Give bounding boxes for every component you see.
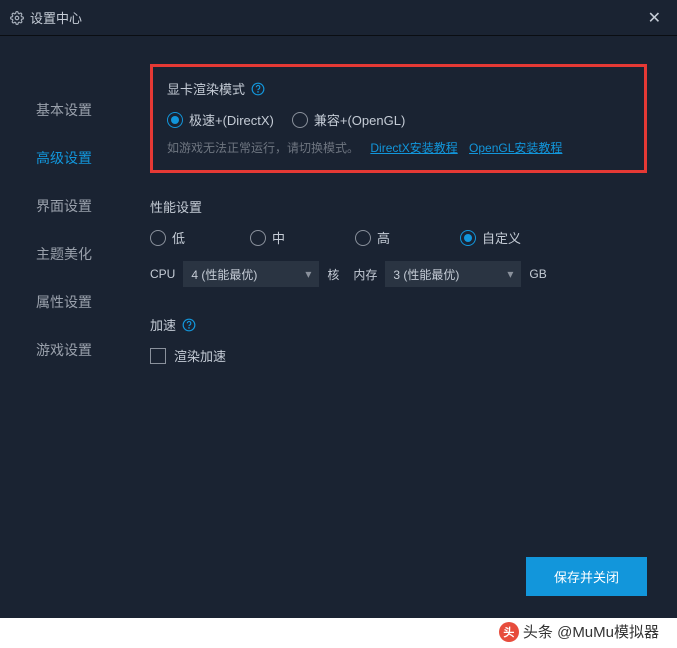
render-mode-section: 显卡渲染模式 极速+(DirectX) 兼容+(OpenGL) [150,64,647,173]
sidebar-item-basic[interactable]: 基本设置 [0,86,130,134]
watermark-text: 头条 @MuMu模拟器 [523,621,659,642]
chevron-down-icon: ▾ [305,267,311,281]
radio-label: 兼容+(OpenGL) [314,110,405,129]
accel-title: 加速 [150,315,176,334]
gear-icon [10,11,24,25]
help-icon[interactable] [182,318,196,332]
cpu-select-value: 4 (性能最优) [191,266,257,283]
accel-section: 加速 渲染加速 [150,315,647,365]
radio-high[interactable]: 高 [355,228,460,247]
sidebar-item-game[interactable]: 游戏设置 [0,326,130,374]
help-icon[interactable] [251,82,265,96]
render-mode-title: 显卡渲染模式 [167,79,245,98]
cpu-label: CPU [150,267,175,281]
mem-select-value: 3 (性能最优) [393,266,459,283]
radio-icon [167,112,183,128]
toutiao-logo-icon: 头 [499,622,519,642]
render-accel-label: 渲染加速 [174,346,226,365]
cpu-select[interactable]: 4 (性能最优) ▾ [183,261,319,287]
radio-label: 中 [272,228,285,247]
radio-low[interactable]: 低 [150,228,250,247]
radio-label: 自定义 [482,228,521,247]
sidebar-item-advanced[interactable]: 高级设置 [0,134,130,182]
radio-label: 高 [377,228,390,247]
sidebar-item-theme[interactable]: 主题美化 [0,230,130,278]
link-opengl-tutorial[interactable]: OpenGL安装教程 [469,141,562,155]
save-close-button[interactable]: 保存并关闭 [526,557,647,596]
close-icon[interactable]: ✕ [642,4,667,32]
cpu-unit: 核 [327,266,339,283]
link-directx-tutorial[interactable]: DirectX安装教程 [370,141,457,155]
radio-icon [250,230,266,246]
titlebar: 设置中心 ✕ [0,0,677,36]
radio-label: 低 [172,228,185,247]
radio-medium[interactable]: 中 [250,228,355,247]
radio-directx[interactable]: 极速+(DirectX) [167,110,274,129]
sidebar: 基本设置 高级设置 界面设置 主题美化 属性设置 游戏设置 [0,36,130,618]
render-accel-checkbox[interactable] [150,348,166,364]
mem-select[interactable]: 3 (性能最优) ▾ [385,261,521,287]
main-panel: 显卡渲染模式 极速+(DirectX) 兼容+(OpenGL) [130,36,677,618]
render-hint: 如游戏无法正常运行，请切换模式。 DirectX安装教程 OpenGL安装教程 [167,139,630,156]
radio-icon [150,230,166,246]
radio-icon [460,230,476,246]
radio-icon [355,230,371,246]
chevron-down-icon: ▾ [507,267,513,281]
radio-opengl[interactable]: 兼容+(OpenGL) [292,110,405,129]
mem-unit: GB [529,267,546,281]
performance-title: 性能设置 [150,197,202,216]
performance-section: 性能设置 低 中 高 [150,197,647,287]
sidebar-item-property[interactable]: 属性设置 [0,278,130,326]
mem-label: 内存 [353,266,377,283]
radio-label: 极速+(DirectX) [189,110,274,129]
radio-icon [292,112,308,128]
sidebar-item-interface[interactable]: 界面设置 [0,182,130,230]
watermark: 头 头条 @MuMu模拟器 [499,621,659,642]
radio-custom[interactable]: 自定义 [460,228,521,247]
window-title: 设置中心 [30,8,642,27]
